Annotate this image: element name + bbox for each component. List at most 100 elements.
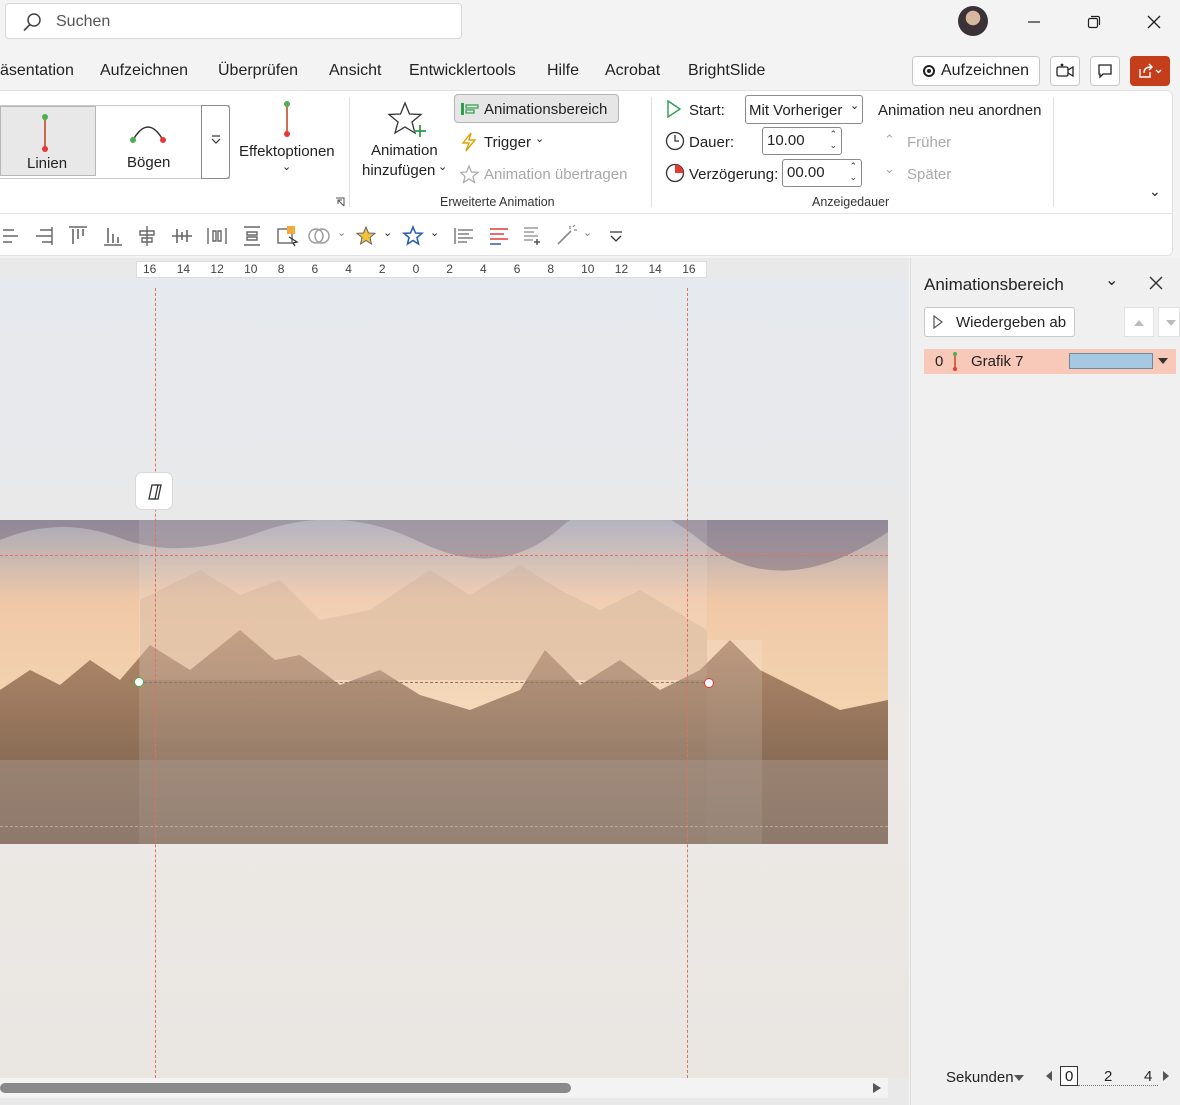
scroll-right-icon[interactable]: [872, 1082, 882, 1094]
spin-up-icon[interactable]: ⌃: [829, 129, 837, 140]
dialog-launcher-icon[interactable]: [335, 197, 345, 207]
align-left-icon[interactable]: [0, 224, 24, 248]
play-start-icon: [667, 100, 682, 118]
add-animation-button[interactable]: Animation hinzufügen ⌄: [358, 98, 450, 182]
minimize-icon: [1028, 21, 1040, 23]
tab-record[interactable]: Aufzeichnen: [100, 62, 188, 80]
chevron-down-icon: ⌄: [282, 161, 292, 173]
chevron-down-icon[interactable]: ⌄: [337, 226, 346, 239]
effect-lines[interactable]: Linien: [0, 106, 96, 176]
ribbon-collapse-icon[interactable]: ⌄: [1149, 183, 1161, 200]
add-animation-label-1: Animation: [371, 142, 438, 159]
align-right-icon[interactable]: [32, 224, 56, 248]
animation-pane: [910, 258, 1180, 1105]
align-center-icon[interactable]: [135, 224, 159, 248]
tab-brightslide[interactable]: BrightSlide: [688, 62, 765, 80]
spin-up-icon[interactable]: ⌃: [849, 161, 857, 172]
delay-label: Verzögerung:: [689, 166, 779, 183]
move-down-button[interactable]: [1158, 307, 1180, 337]
text-box-icon[interactable]: [521, 224, 545, 248]
share-icon: [1139, 63, 1162, 78]
tab-help[interactable]: Hilfe: [547, 62, 579, 80]
clock-icon: [665, 131, 685, 151]
effect-arcs[interactable]: Bögen: [100, 106, 198, 176]
star-brush-icon: [460, 164, 480, 184]
tab-acrobat[interactable]: Acrobat: [605, 62, 660, 80]
seconds-dropdown[interactable]: Sekunden: [946, 1068, 1028, 1088]
motion-path-end[interactable]: [704, 678, 714, 688]
chevron-down-icon: ⌄: [438, 161, 448, 173]
motion-path-start[interactable]: [134, 677, 144, 687]
animation-list-item[interactable]: 0 Grafik 7: [924, 349, 1176, 374]
tab-presentation[interactable]: äsentation: [0, 62, 74, 80]
chevron-down-icon[interactable]: ⌄: [383, 226, 392, 239]
record-icon: [922, 65, 935, 77]
distribute-vertical-icon[interactable]: [240, 224, 264, 248]
pane-close-icon[interactable]: [1149, 276, 1163, 290]
delay-spinner[interactable]: 00.00 ⌃ ⌄: [782, 159, 862, 187]
tab-developer[interactable]: Entwicklertools: [409, 62, 516, 80]
spin-down-icon[interactable]: ⌄: [849, 172, 857, 183]
align-bottom-icon[interactable]: [101, 224, 125, 248]
start-select-value: Mit Vorheriger: [749, 102, 843, 119]
star-fill-icon[interactable]: [354, 224, 378, 248]
move-up-button[interactable]: [1124, 307, 1154, 337]
ruler-tick-label: 10: [581, 262, 595, 276]
start-select[interactable]: Mit Vorheriger ⌄: [745, 95, 863, 124]
move-earlier-button[interactable]: ⌃ Früher: [884, 132, 964, 154]
move-earlier-label: Früher: [907, 134, 952, 151]
chevron-down-icon[interactable]: ⌄: [583, 226, 592, 239]
play-icon: [933, 315, 943, 329]
animation-item-name: Grafik 7: [971, 353, 1024, 370]
tab-view[interactable]: Ansicht: [329, 62, 381, 80]
scrollbar-thumb[interactable]: [0, 1083, 571, 1093]
selection-pane-icon[interactable]: [275, 224, 299, 248]
toolbar-overflow-icon[interactable]: [604, 224, 628, 248]
guide-line: [0, 826, 888, 827]
timeline-ruler[interactable]: 0 2 4: [1060, 1066, 1160, 1087]
teams-button[interactable]: [1050, 56, 1080, 86]
chevron-down-icon[interactable]: ⌄: [430, 226, 439, 239]
close-window-button[interactable]: [1140, 8, 1168, 36]
timeline-right-icon[interactable]: [1162, 1070, 1170, 1082]
search-box[interactable]: Suchen: [5, 3, 462, 39]
user-avatar[interactable]: [958, 6, 988, 36]
move-later-label: Später: [907, 166, 952, 183]
record-button[interactable]: Aufzeichnen: [912, 56, 1040, 86]
timeline-left-icon[interactable]: [1045, 1070, 1053, 1082]
merge-shapes-icon[interactable]: [307, 224, 331, 248]
distribute-horizontal-icon[interactable]: [205, 224, 229, 248]
restore-button[interactable]: [1080, 8, 1108, 36]
duration-value: 10.00: [767, 132, 805, 149]
play-from-button[interactable]: Wiedergeben ab: [924, 307, 1075, 337]
tab-review[interactable]: Überprüfen: [218, 62, 298, 80]
animation-painter-button[interactable]: Animation übertragen: [458, 162, 638, 188]
delay-clock-icon: [665, 163, 685, 183]
align-middle-icon[interactable]: [170, 224, 194, 248]
item-dropdown-icon[interactable]: [1158, 358, 1168, 365]
comments-button[interactable]: [1090, 56, 1120, 86]
star-outline-icon[interactable]: [401, 224, 425, 248]
pane-options-icon[interactable]: ⌄: [1105, 270, 1118, 290]
text-align-icon[interactable]: [487, 224, 511, 248]
effect-options-button[interactable]: Effektoptionen ⌄: [236, 98, 342, 178]
effect-arcs-label: Bögen: [127, 154, 171, 171]
animation-timeline-bar[interactable]: [1069, 353, 1153, 369]
align-top-icon[interactable]: [66, 224, 90, 248]
magic-wand-icon[interactable]: [554, 224, 578, 248]
restore-icon: [1087, 15, 1101, 29]
trigger-button[interactable]: Trigger ⌄: [458, 130, 558, 156]
share-button[interactable]: [1130, 56, 1170, 86]
spin-down-icon[interactable]: ⌄: [829, 140, 837, 151]
gallery-more-button[interactable]: [201, 105, 230, 179]
copilot-button[interactable]: [135, 472, 173, 510]
paragraph-icon[interactable]: [452, 224, 476, 248]
duration-spinner[interactable]: 10.00 ⌃ ⌄: [762, 127, 842, 155]
ruler-tick-label: 4: [345, 262, 352, 276]
timeline-axis: [1078, 1085, 1158, 1087]
motion-path[interactable]: [139, 682, 709, 683]
minimize-button[interactable]: [1020, 8, 1048, 36]
triangle-down-icon: [1166, 320, 1176, 326]
move-later-button[interactable]: ⌄ Später: [884, 161, 964, 186]
animation-pane-button[interactable]: Animationsbereich: [454, 94, 619, 123]
